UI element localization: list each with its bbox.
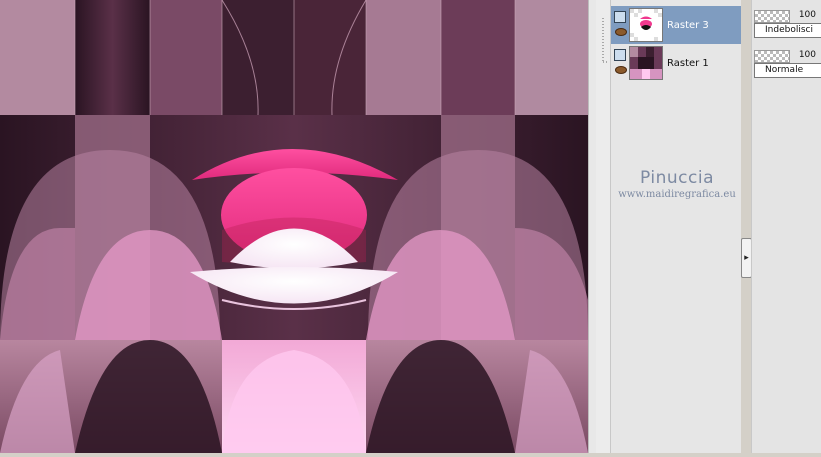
raster-1-preview [630, 47, 662, 79]
layer-visibility-toggle[interactable] [611, 44, 629, 82]
layer-type-icon [614, 11, 626, 23]
layer-props-raster-3: 100 Indebolisci [754, 10, 821, 38]
layer-properties-column: 100 Indebolisci 100 Normale [751, 0, 821, 453]
layer-row-raster-3[interactable]: Raster 3 [611, 6, 741, 44]
blend-mode-select[interactable]: Indebolisci [754, 23, 821, 38]
layer-group-bracket [602, 18, 608, 63]
artwork [0, 0, 588, 453]
opacity-slider[interactable] [754, 10, 790, 23]
opacity-slider[interactable] [754, 50, 790, 63]
panel-gutter [596, 0, 610, 453]
layer-row-raster-1[interactable]: Raster 1 [611, 44, 741, 82]
layers-panel: Raster 3 Raster 1 [610, 0, 741, 453]
layer-props-raster-1: 100 Normale [754, 50, 821, 78]
layer-thumbnail [629, 46, 663, 80]
layer-visibility-toggle[interactable] [611, 6, 629, 44]
layer-name: Raster 3 [667, 19, 709, 31]
layer-type-icon [614, 49, 626, 61]
opacity-value: 100 [798, 50, 816, 60]
layer-thumbnail [629, 8, 663, 42]
opacity-control[interactable]: 100 [754, 50, 821, 63]
raster-3-preview [630, 9, 662, 41]
blend-mode-select[interactable]: Normale [754, 63, 821, 78]
image-canvas[interactable] [0, 0, 588, 453]
opacity-control[interactable]: 100 [754, 10, 821, 23]
layer-name: Raster 1 [667, 57, 709, 69]
eye-icon[interactable] [615, 66, 627, 74]
eye-icon[interactable] [615, 28, 627, 36]
opacity-value: 100 [798, 10, 816, 20]
